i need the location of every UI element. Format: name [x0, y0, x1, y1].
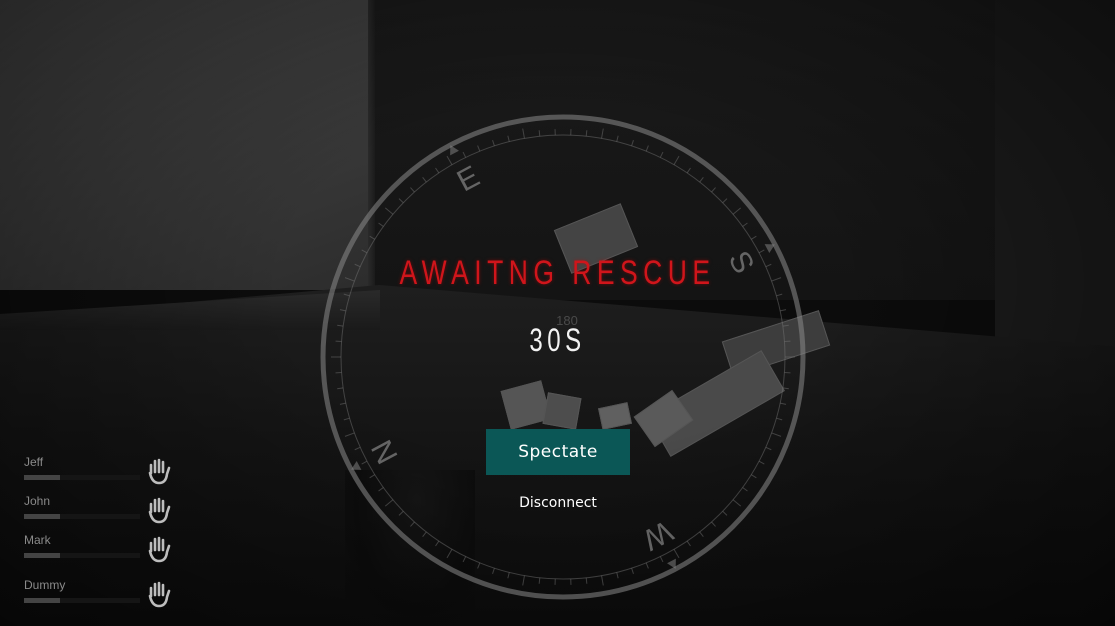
player-row: Dummy: [22, 578, 182, 614]
player-name: Mark: [24, 533, 51, 547]
player-row: John: [22, 494, 182, 530]
player-health-bar: [24, 475, 60, 480]
player-health-track: [60, 598, 140, 603]
player-health-track: [60, 514, 140, 519]
player-health-bar: [24, 553, 60, 558]
player-health-bar: [24, 514, 60, 519]
hand-icon: [148, 458, 171, 485]
player-name: John: [24, 494, 51, 508]
rescue-timer: 30S: [529, 322, 586, 358]
player-health-track: [60, 553, 140, 558]
player-row: Mark: [22, 533, 182, 569]
hand-icon: [148, 581, 171, 608]
hand-icon: [148, 536, 171, 563]
player-row: Jeff: [22, 455, 182, 491]
spectate-button[interactable]: Spectate: [486, 429, 630, 475]
player-health-bar: [24, 598, 60, 603]
hand-icon: [148, 497, 171, 524]
awaiting-rescue-title: AWAITNG RESCUE: [399, 254, 716, 292]
disconnect-button[interactable]: Disconnect: [486, 492, 630, 514]
player-name: Dummy: [24, 578, 66, 592]
player-health-track: [60, 475, 140, 480]
player-name: Jeff: [24, 455, 44, 469]
